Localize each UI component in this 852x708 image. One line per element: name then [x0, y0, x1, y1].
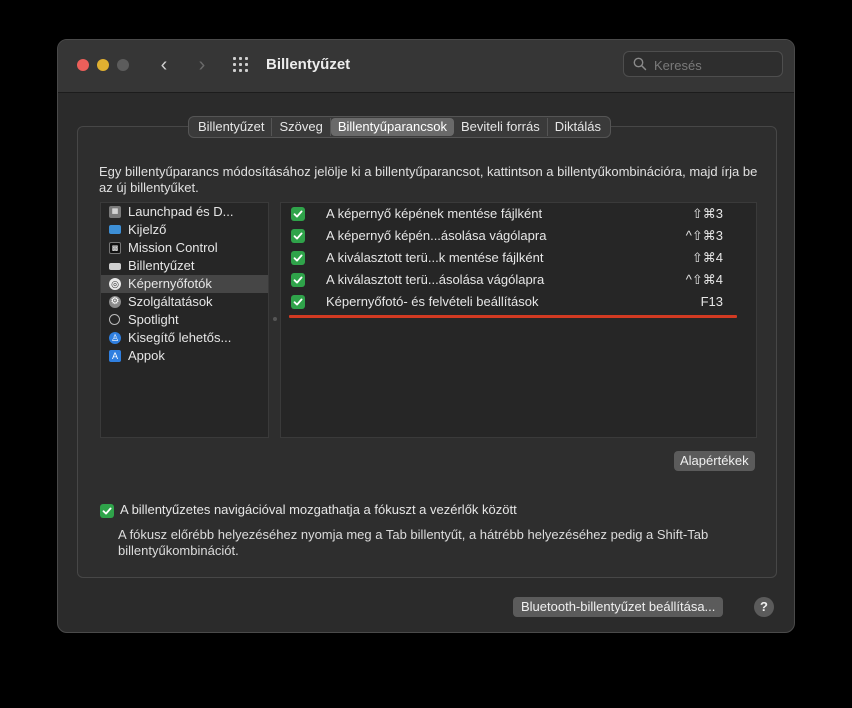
shortcut-checkbox[interactable]: [291, 295, 305, 309]
restore-defaults-button[interactable]: Alapértékek: [674, 451, 755, 471]
shortcut-label: A képernyő képén...ásolása vágólapra: [326, 228, 547, 243]
sidebar-item-launchpad[interactable]: ▦ Launchpad és D...: [101, 203, 268, 221]
display-icon: [109, 225, 121, 234]
sidebar-item-mission-control[interactable]: ▩ Mission Control: [101, 239, 268, 257]
shortcut-checkbox[interactable]: [291, 229, 305, 243]
split-view-handle[interactable]: [273, 317, 277, 321]
system-preferences-window: ‹ › Billentyűzet Billentyűzet Szöveg Bil…: [57, 39, 795, 633]
close-window-button[interactable]: [77, 59, 89, 71]
launchpad-icon: ▦: [109, 206, 121, 218]
sidebar-item-apps[interactable]: A Appok: [101, 347, 268, 365]
keyboard-icon: [109, 263, 121, 270]
sidebar-item-label: Kisegítő lehetős...: [128, 330, 232, 345]
sidebar-item-accessibility[interactable]: ♙ Kisegítő lehetős...: [101, 329, 268, 347]
instructions-text: Egy billentyűparancs módosításához jelöl…: [99, 164, 758, 195]
tab-shortcuts[interactable]: Billentyűparancsok: [330, 118, 454, 136]
sidebar-item-services[interactable]: ⚙ Szolgáltatások: [101, 293, 268, 311]
mission-control-icon: ▩: [109, 242, 121, 254]
shortcut-key[interactable]: ^⇧⌘3: [686, 225, 723, 247]
checkmark-icon: [293, 254, 303, 262]
shortcut-list: A képernyő képének mentése fájlként ⇧⌘3 …: [280, 202, 757, 438]
shortcut-key[interactable]: F13: [701, 291, 723, 313]
bluetooth-keyboard-setup-button[interactable]: Bluetooth-billentyűzet beállítása...: [513, 597, 724, 617]
tab-text[interactable]: Szöveg: [272, 118, 331, 136]
search-input[interactable]: [652, 55, 780, 75]
keyboard-navigation-label[interactable]: A billentyűzetes navigációval mozgathatj…: [120, 502, 517, 517]
shortcut-key[interactable]: ⇧⌘4: [692, 247, 723, 269]
checkmark-icon: [293, 298, 303, 306]
tab-dictation[interactable]: Diktálás: [548, 118, 608, 136]
checkmark-icon: [293, 210, 303, 218]
back-arrow-icon[interactable]: ‹: [153, 54, 175, 76]
help-button[interactable]: ?: [754, 597, 774, 617]
shortcut-row[interactable]: A kiválasztott terü...k mentése fájlként…: [281, 247, 756, 269]
app-store-icon: A: [109, 350, 121, 362]
shortcut-row[interactable]: A képernyő képének mentése fájlként ⇧⌘3: [281, 203, 756, 225]
tab-keyboard[interactable]: Billentyűzet: [191, 118, 273, 136]
sidebar-item-display[interactable]: Kijelző: [101, 221, 268, 239]
shortcut-category-list: ▦ Launchpad és D... Kijelző ▩ Mission Co…: [100, 202, 269, 438]
checkmark-icon: [293, 276, 303, 284]
window-title: Billentyűzet: [266, 56, 351, 73]
spotlight-icon: [109, 314, 120, 325]
zoom-window-button[interactable]: [117, 59, 129, 71]
checkmark-icon: [102, 507, 112, 515]
sidebar-item-label: Launchpad és D...: [128, 204, 234, 219]
highlight-underline: [289, 315, 737, 318]
sidebar-item-label: Kijelző: [128, 222, 167, 237]
search-field[interactable]: [623, 51, 783, 77]
accessibility-icon: ♙: [109, 332, 121, 344]
minimize-window-button[interactable]: [97, 59, 109, 71]
show-all-grid-icon[interactable]: [233, 57, 251, 73]
gear-icon: ⚙: [109, 296, 121, 308]
shortcut-label: A kiválasztott terü...ásolása vágólapra: [326, 272, 545, 287]
sidebar-item-label: Szolgáltatások: [128, 294, 213, 309]
shortcut-row[interactable]: A képernyő képén...ásolása vágólapra ^⇧⌘…: [281, 225, 756, 247]
shortcut-label: Képernyőfotó- és felvételi beállítások: [326, 294, 539, 309]
shortcut-row[interactable]: Képernyőfotó- és felvételi beállítások F…: [281, 291, 756, 313]
shortcut-label: A kiválasztott terü...k mentése fájlként: [326, 250, 544, 265]
sidebar-item-label: Képernyőfotók: [128, 276, 212, 291]
tab-input-sources[interactable]: Beviteli forrás: [454, 118, 548, 136]
sidebar-item-screenshots[interactable]: ◎ Képernyőfotók: [101, 275, 268, 293]
shortcut-row[interactable]: A kiválasztott terü...ásolása vágólapra …: [281, 269, 756, 291]
shortcut-checkbox[interactable]: [291, 207, 305, 221]
sidebar-item-label: Billentyűzet: [128, 258, 195, 273]
sidebar-item-label: Mission Control: [128, 240, 218, 255]
shortcut-label: A képernyő képének mentése fájlként: [326, 206, 543, 221]
sidebar-item-label: Appok: [128, 348, 165, 363]
forward-arrow-icon[interactable]: ›: [191, 54, 213, 76]
keyboard-navigation-description: A fókusz előrébb helyezéséhez nyomja meg…: [118, 527, 709, 558]
tab-bar: Billentyűzet Szöveg Billentyűparancsok B…: [188, 116, 611, 138]
sidebar-item-keyboard[interactable]: Billentyűzet: [101, 257, 268, 275]
checkmark-icon: [293, 232, 303, 240]
shortcut-checkbox[interactable]: [291, 251, 305, 265]
screenshot-icon: ◎: [109, 278, 121, 290]
sidebar-item-label: Spotlight: [128, 312, 179, 327]
shortcut-key[interactable]: ⇧⌘3: [692, 203, 723, 225]
search-icon: [633, 57, 647, 71]
sidebar-item-spotlight[interactable]: Spotlight: [101, 311, 268, 329]
shortcut-key[interactable]: ^⇧⌘4: [686, 269, 723, 291]
title-bar: ‹ › Billentyűzet: [58, 40, 794, 93]
keyboard-navigation-checkbox[interactable]: [100, 504, 114, 518]
shortcut-checkbox[interactable]: [291, 273, 305, 287]
